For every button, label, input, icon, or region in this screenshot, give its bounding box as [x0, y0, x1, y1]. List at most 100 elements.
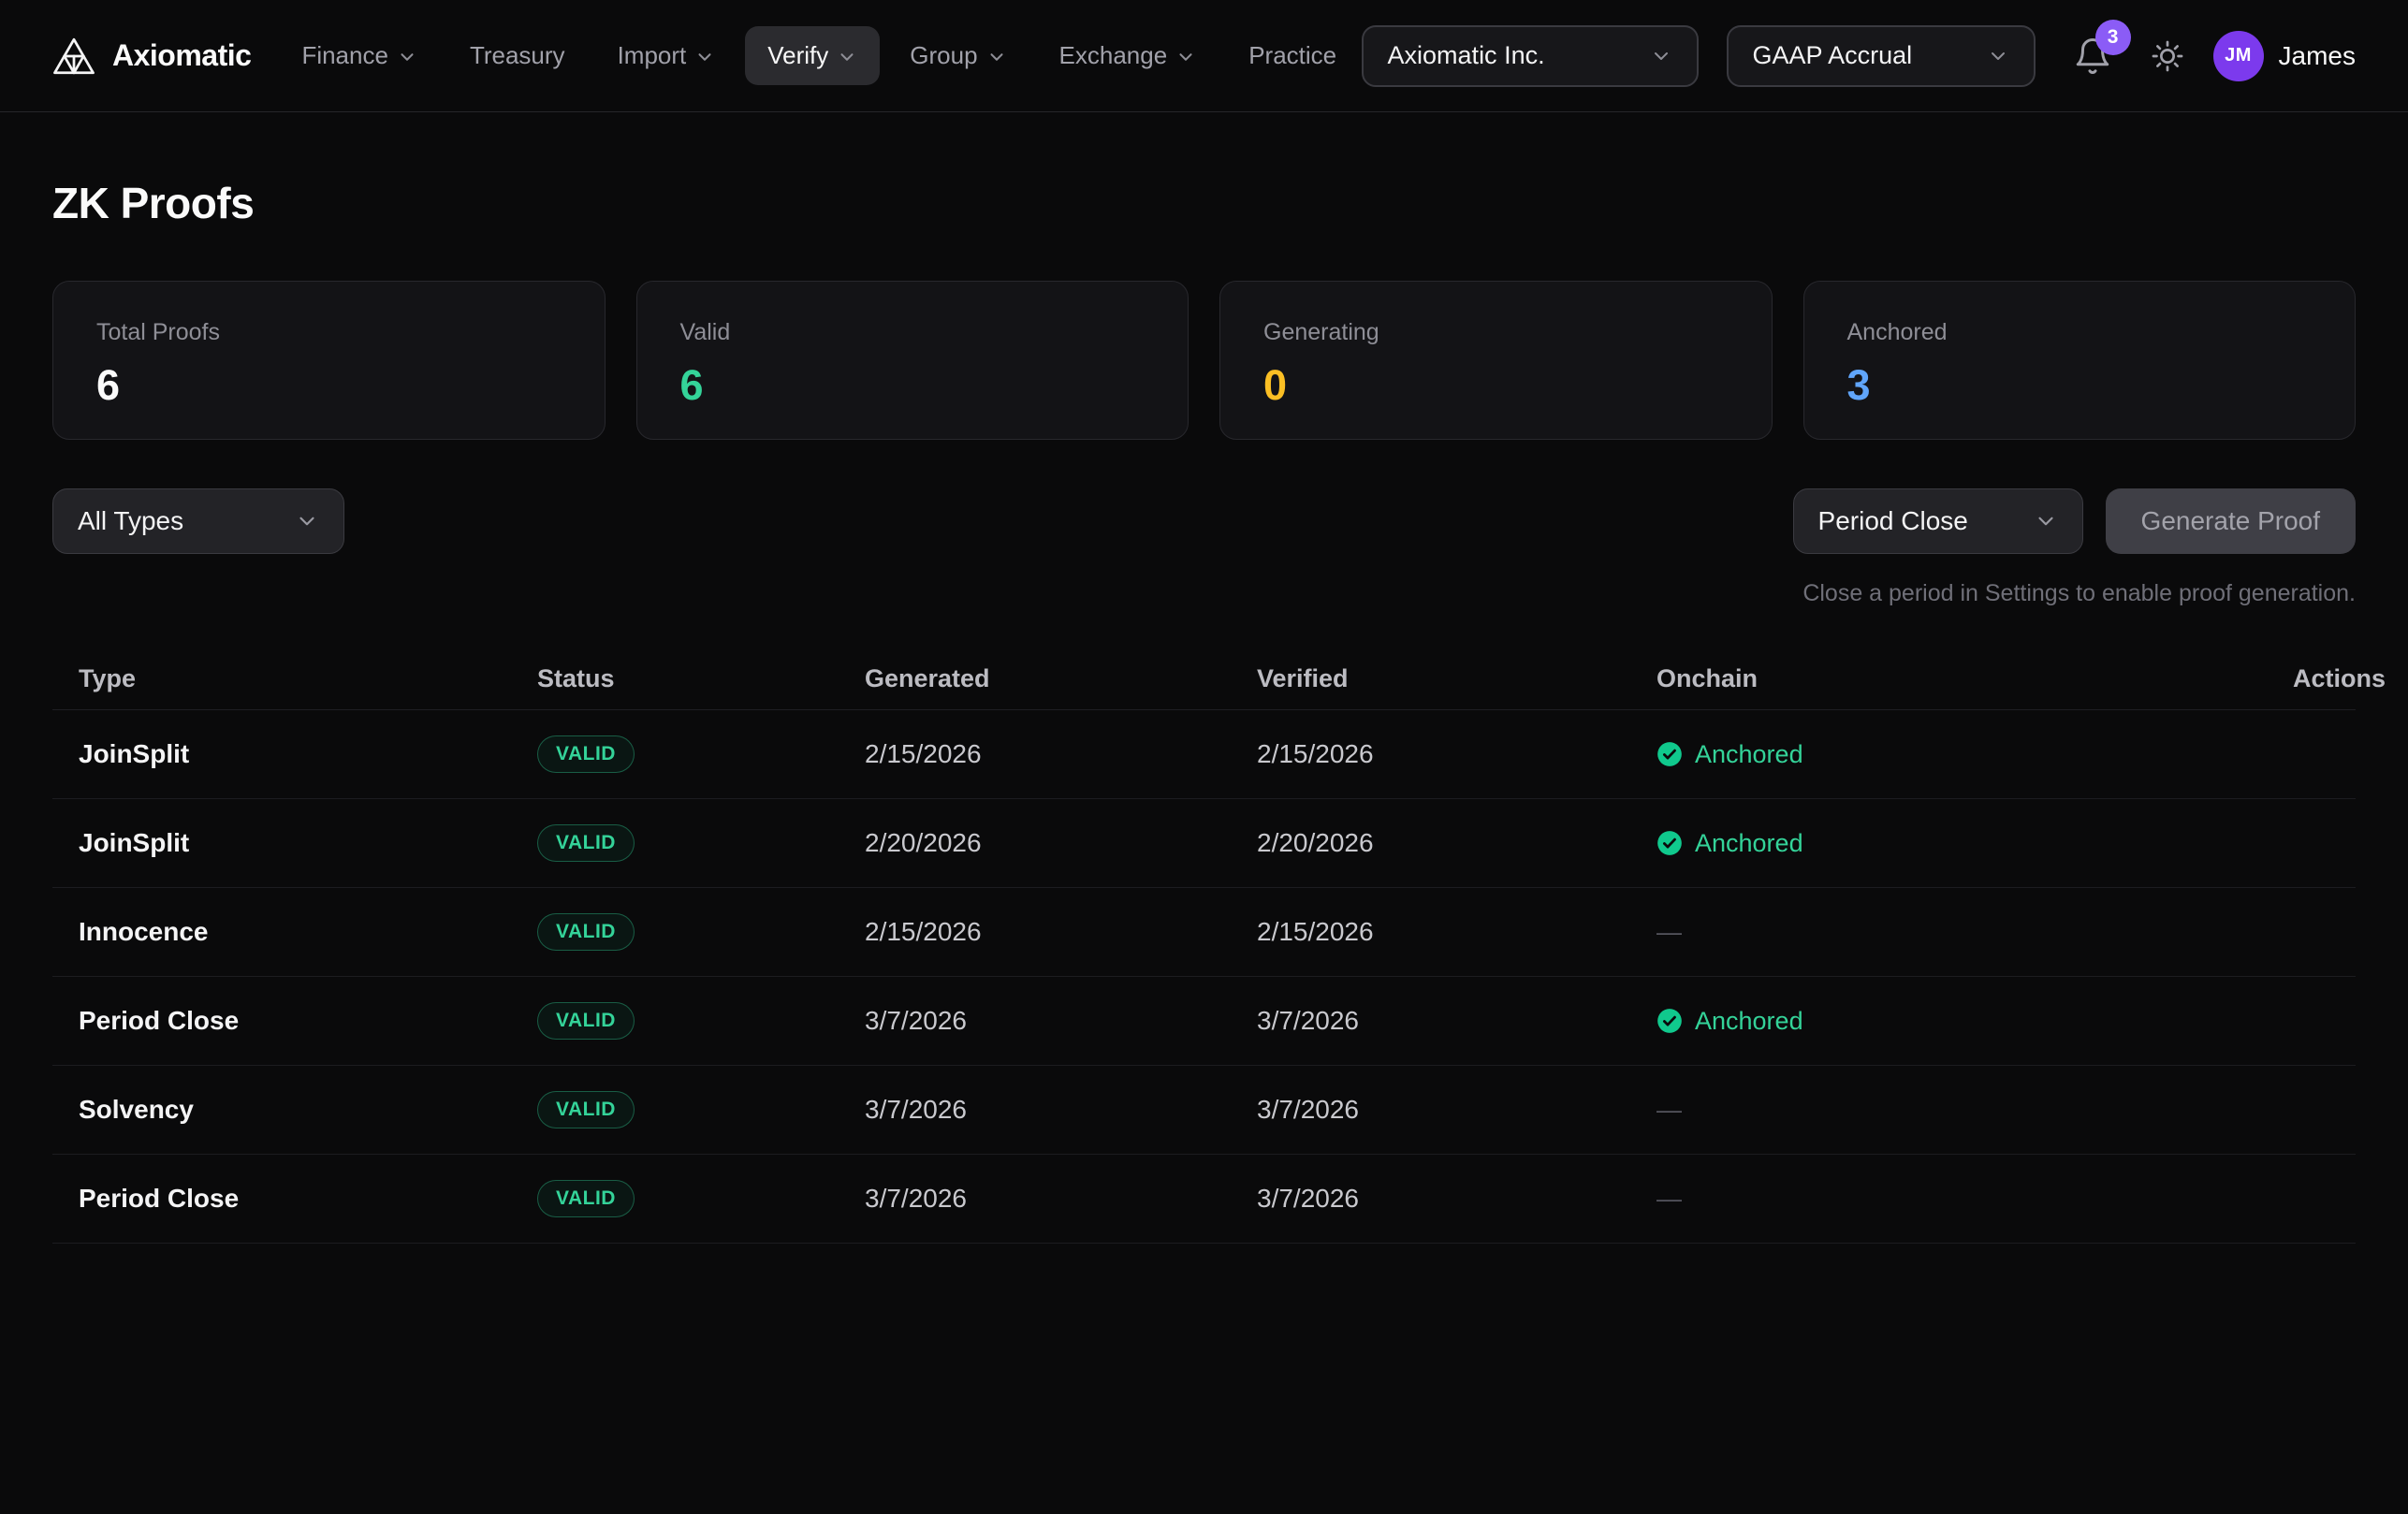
sun-icon: [2150, 38, 2185, 74]
nav-item-finance[interactable]: Finance: [279, 26, 440, 85]
check-circle-icon: [1656, 741, 1683, 767]
proof-type-cell: JoinSplit: [79, 739, 537, 769]
table-header: Type Status Generated Verified Onchain A…: [52, 648, 2356, 710]
table-row: Solvency VALID 3/7/2026 3/7/2026 —: [52, 1066, 2356, 1155]
generated-date-cell: 2/15/2026: [865, 739, 1257, 769]
status-badge: VALID: [537, 1002, 635, 1040]
proof-type-select[interactable]: Period Close: [1793, 488, 2083, 554]
stat-card-total-proofs: Total Proofs 6: [52, 281, 606, 440]
generated-date-cell: 2/15/2026: [865, 917, 1257, 947]
proof-type-cell: Solvency: [79, 1095, 537, 1125]
onchain-cell: —: [1656, 1185, 2293, 1214]
onchain-status: —: [1656, 918, 1682, 947]
generate-proof-button[interactable]: Generate Proof: [2106, 488, 2356, 554]
notifications-button[interactable]: 3: [2064, 31, 2122, 81]
entity-select-value: Axiomatic Inc.: [1388, 41, 1545, 70]
onchain-cell: Anchored: [1656, 740, 2293, 769]
onchain-status: Anchored: [1695, 829, 1803, 858]
status-badge: VALID: [537, 735, 635, 773]
check-circle-icon: [1656, 1008, 1683, 1034]
check-circle-icon: [1656, 830, 1683, 856]
top-nav: Axiomatic Finance Treasury Import Verify…: [0, 0, 2408, 112]
stat-label: Valid: [680, 319, 1146, 346]
proof-type-cell: Innocence: [79, 917, 537, 947]
stat-card-generating: Generating 0: [1219, 281, 1773, 440]
table-row: JoinSplit VALID 2/20/2026 2/20/2026 Anch…: [52, 799, 2356, 888]
accounting-basis-select[interactable]: GAAP Accrual: [1727, 25, 2036, 87]
stat-value: 3: [1847, 361, 2313, 410]
verified-date-cell: 3/7/2026: [1257, 1095, 1656, 1125]
chevron-down-icon: [1650, 45, 1672, 67]
stat-value: 0: [1263, 361, 1729, 410]
helper-text: Close a period in Settings to enable pro…: [52, 580, 2356, 607]
onchain-status: —: [1656, 1185, 1682, 1214]
brand[interactable]: Axiomatic: [52, 36, 251, 76]
nav-item-practice[interactable]: Practice: [1226, 26, 1359, 85]
stat-label: Generating: [1263, 319, 1729, 346]
column-header-status: Status: [537, 664, 865, 693]
verified-date-cell: 3/7/2026: [1257, 1006, 1656, 1036]
table-row: Period Close VALID 3/7/2026 3/7/2026 —: [52, 1155, 2356, 1244]
nav-item-exchange[interactable]: Exchange: [1037, 26, 1219, 85]
chevron-down-icon: [397, 47, 417, 67]
stat-cards: Total Proofs 6 Valid 6 Generating 0 Anch…: [52, 281, 2356, 440]
nav-item-group[interactable]: Group: [887, 26, 1029, 85]
generated-date-cell: 3/7/2026: [865, 1006, 1257, 1036]
status-badge: VALID: [537, 913, 635, 951]
status-badge: VALID: [537, 1091, 635, 1128]
chevron-down-icon: [837, 47, 857, 67]
onchain-status: Anchored: [1695, 740, 1803, 769]
column-header-generated: Generated: [865, 664, 1257, 693]
onchain-status: —: [1656, 1096, 1682, 1125]
column-header-actions: Actions: [2293, 664, 2386, 693]
generated-date-cell: 3/7/2026: [865, 1184, 1257, 1214]
axiomatic-logo-icon: [52, 36, 95, 76]
column-header-verified: Verified: [1257, 664, 1656, 693]
stat-value: 6: [96, 361, 562, 410]
column-header-onchain: Onchain: [1656, 664, 2293, 693]
column-header-type: Type: [79, 664, 537, 693]
onchain-status: Anchored: [1695, 1007, 1803, 1036]
proof-type-cell: JoinSplit: [79, 828, 537, 858]
entity-select[interactable]: Axiomatic Inc.: [1362, 25, 1699, 87]
basis-select-value: GAAP Accrual: [1753, 41, 1913, 70]
table-row: Innocence VALID 2/15/2026 2/15/2026 —: [52, 888, 2356, 977]
brand-name: Axiomatic: [112, 38, 251, 73]
generated-date-cell: 3/7/2026: [865, 1095, 1257, 1125]
user-menu[interactable]: JM James: [2213, 31, 2356, 81]
onchain-cell: —: [1656, 1096, 2293, 1125]
chevron-down-icon: [2034, 509, 2058, 533]
verified-date-cell: 2/20/2026: [1257, 828, 1656, 858]
toolbar: All Types Period Close Generate Proof: [52, 488, 2356, 554]
chevron-down-icon: [1987, 45, 2009, 67]
stat-label: Anchored: [1847, 319, 2313, 346]
theme-toggle-button[interactable]: [2150, 38, 2185, 74]
stat-label: Total Proofs: [96, 319, 562, 346]
type-filter-value: All Types: [78, 506, 183, 536]
onchain-cell: —: [1656, 918, 2293, 947]
table-row: Period Close VALID 3/7/2026 3/7/2026 Anc…: [52, 977, 2356, 1066]
proof-type-cell: Period Close: [79, 1006, 537, 1036]
chevron-down-icon: [694, 47, 715, 67]
avatar: JM: [2213, 31, 2264, 81]
main-content: ZK Proofs Total Proofs 6 Valid 6 Generat…: [0, 178, 2408, 1244]
proof-type-cell: Period Close: [79, 1184, 537, 1214]
chevron-down-icon: [1175, 47, 1196, 67]
chevron-down-icon: [295, 509, 319, 533]
verified-date-cell: 3/7/2026: [1257, 1184, 1656, 1214]
nav-item-verify[interactable]: Verify: [745, 26, 880, 85]
page-title: ZK Proofs: [52, 178, 2356, 228]
status-badge: VALID: [537, 824, 635, 862]
type-filter-select[interactable]: All Types: [52, 488, 344, 554]
main-menu: Finance Treasury Import Verify Group Exc…: [279, 26, 1359, 85]
status-badge: VALID: [537, 1180, 635, 1217]
nav-item-treasury[interactable]: Treasury: [447, 26, 588, 85]
verified-date-cell: 2/15/2026: [1257, 739, 1656, 769]
notification-badge: 3: [2095, 20, 2131, 55]
onchain-cell: Anchored: [1656, 829, 2293, 858]
stat-card-valid: Valid 6: [636, 281, 1189, 440]
nav-item-import[interactable]: Import: [595, 26, 738, 85]
onchain-cell: Anchored: [1656, 1007, 2293, 1036]
proof-type-value: Period Close: [1818, 506, 1968, 536]
chevron-down-icon: [986, 47, 1007, 67]
